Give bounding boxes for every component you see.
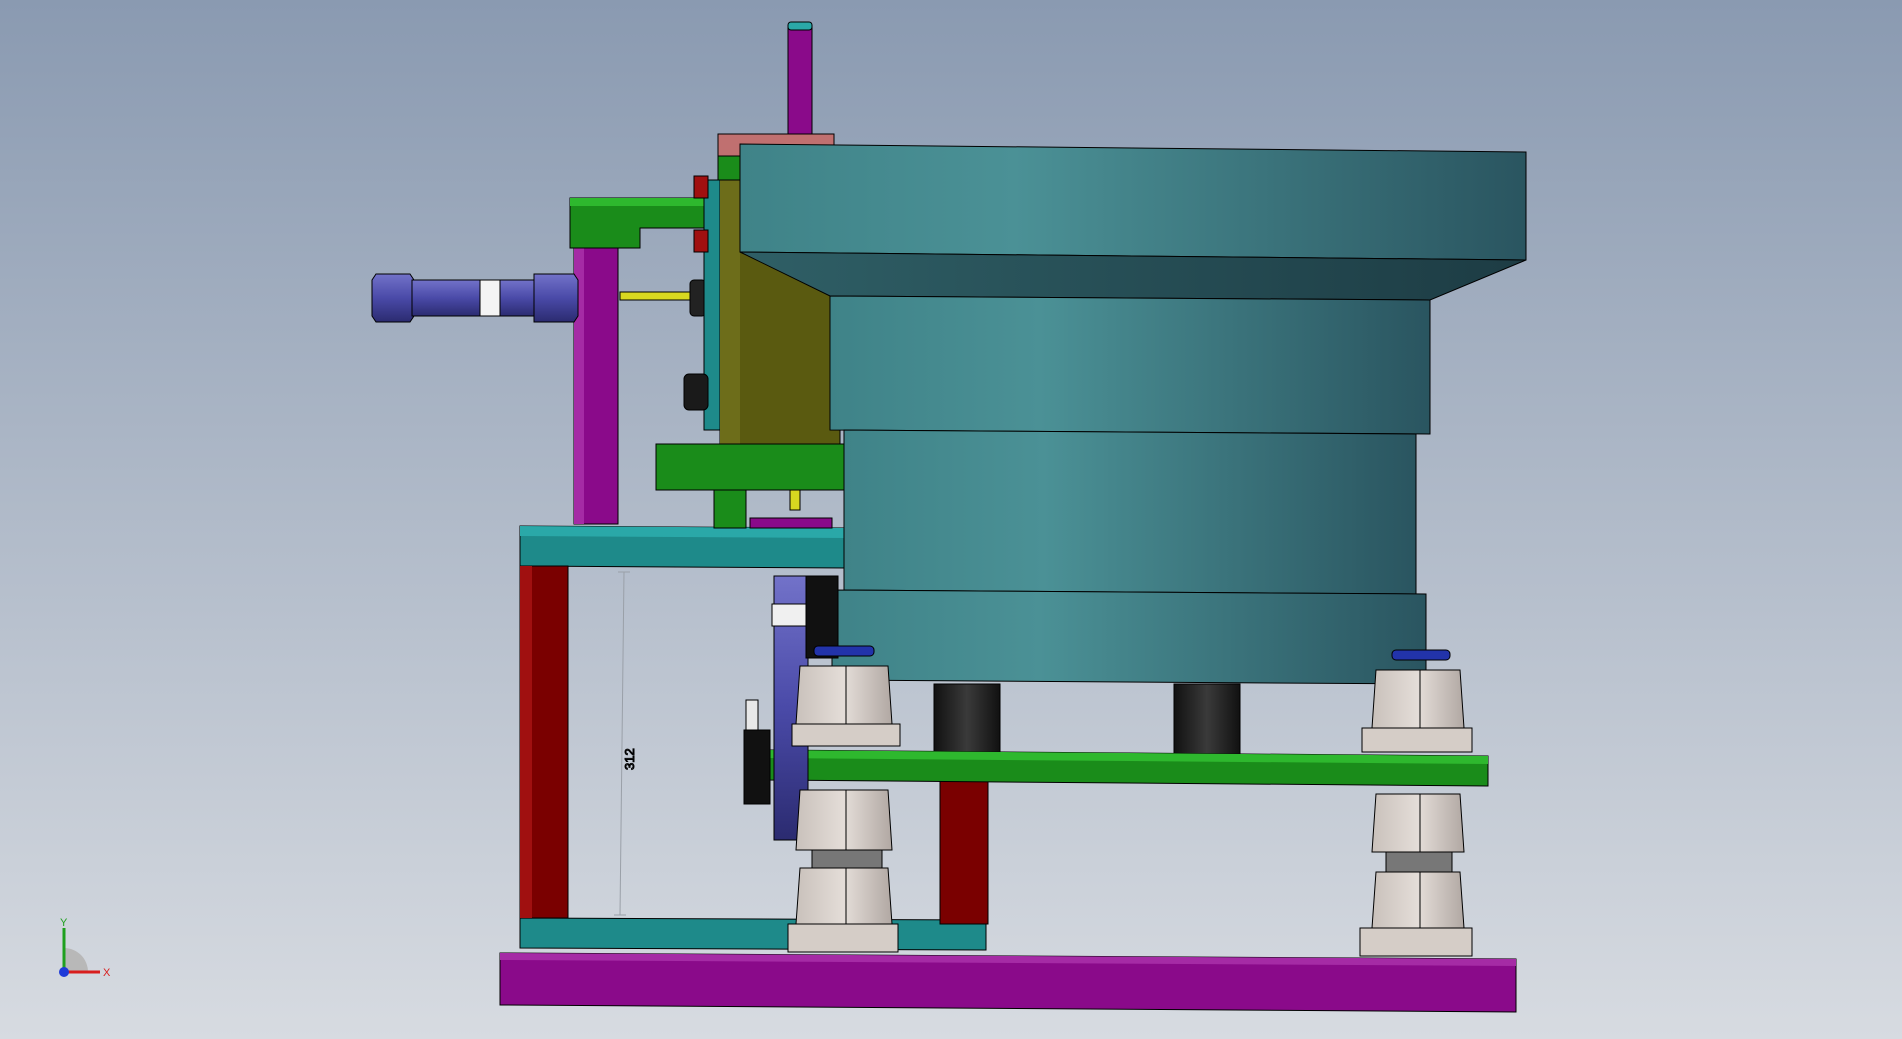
triad-z-axis [59, 967, 69, 977]
bowl-segment-1[interactable] [829, 295, 1431, 435]
nut-stack-left[interactable] [787, 645, 901, 953]
bowl-segment-3[interactable] [831, 589, 1427, 685]
graphics-viewport[interactable]: 312 Y X [0, 0, 1902, 1039]
frame-leg-right[interactable] [939, 779, 989, 925]
bowl-segment-2[interactable] [843, 429, 1417, 595]
bowl-rim[interactable] [739, 143, 1527, 261]
rubber-pad-right[interactable] [1173, 683, 1241, 757]
nut-stack-right[interactable] [1359, 649, 1473, 957]
bowl-rim-underside[interactable] [739, 251, 1527, 301]
adjust-plate[interactable] [749, 517, 833, 529]
dimension-label: 312 [622, 748, 637, 770]
top-rod[interactable] [787, 25, 813, 137]
rubber-pad-left[interactable] [933, 683, 1001, 753]
knob[interactable] [683, 373, 709, 411]
stop-block[interactable] [693, 175, 709, 199]
lower-mount-block[interactable] [655, 443, 847, 491]
triad-y-label: Y [60, 917, 68, 929]
triad-x-label: X [103, 967, 111, 979]
lower-frame-plate[interactable] [519, 917, 987, 951]
